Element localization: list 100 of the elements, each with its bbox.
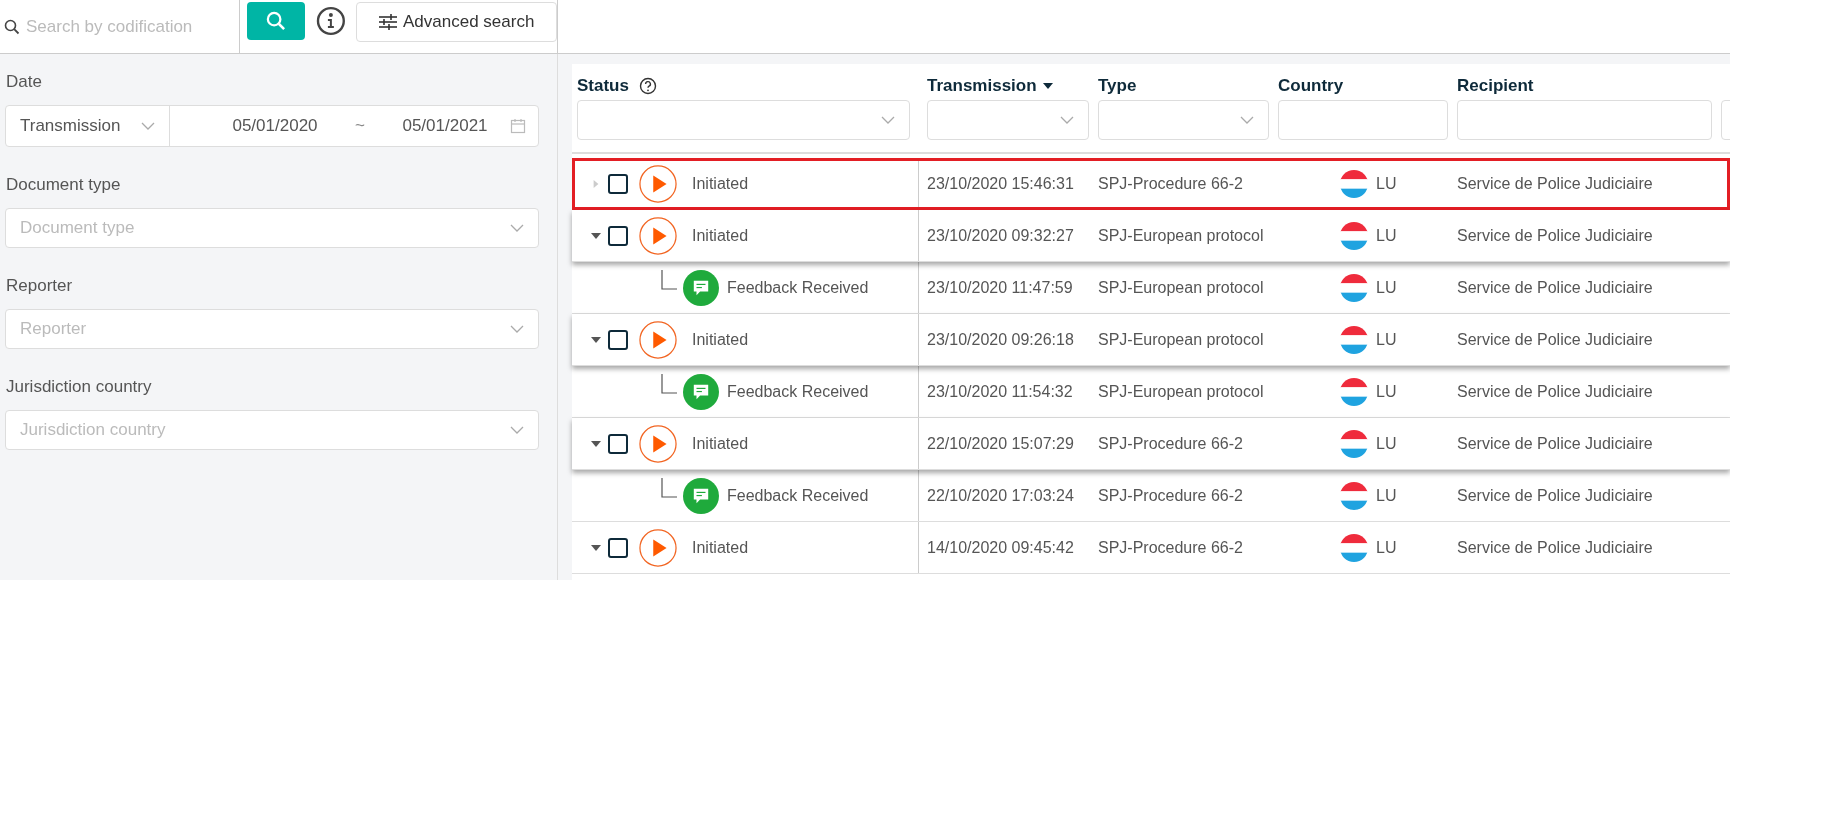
table-row[interactable]: Initiated 23/10/2020 09:26:18 SPJ-European protocol LU Service de Police Judiciaire	[572, 314, 1730, 366]
tree-connector	[661, 269, 677, 290]
flag-icon	[1340, 273, 1368, 302]
table-row[interactable]: Feedback Received 23/10/2020 11:47:59 SPJ-European protocol LU Service de Police Judiciaire	[572, 262, 1730, 314]
status-label: Feedback Received	[727, 486, 869, 505]
status-label: Initiated	[692, 538, 749, 557]
column-header[interactable]: Recipient	[1457, 76, 1534, 96]
table-cell: LU	[1376, 486, 1397, 505]
search-icon	[4, 18, 20, 35]
table-cell: Service de Police Judiciaire	[1457, 226, 1653, 245]
checkbox[interactable]	[608, 225, 628, 246]
flag-icon	[1340, 377, 1368, 406]
table-cell: SPJ-Procedure 66-2	[1098, 174, 1243, 193]
table-cell: SPJ-European protocol	[1098, 330, 1264, 349]
caret-down-icon[interactable]	[591, 231, 601, 240]
table-cell: SPJ-European protocol	[1098, 226, 1264, 245]
filter-label: Reporter	[6, 276, 74, 296]
filter-label: Date	[6, 72, 43, 92]
help-icon[interactable]	[638, 77, 657, 95]
speech-bubble-icon	[683, 269, 719, 306]
table-cell: 23/10/2020 09:26:18	[927, 330, 1074, 349]
play-icon	[639, 216, 677, 255]
table-cell: LU	[1376, 434, 1397, 453]
status-label: Initiated	[692, 174, 749, 193]
column-filter-field[interactable]	[1278, 100, 1448, 140]
flag-icon	[1340, 169, 1368, 198]
sort-descending-icon[interactable]	[1042, 83, 1053, 89]
status-label: Initiated	[692, 434, 749, 453]
table-cell: 23/10/2020 11:47:59	[927, 278, 1073, 297]
filter-label: Jurisdiction country	[6, 377, 153, 397]
search-icon	[265, 11, 286, 31]
status-label: Initiated	[692, 226, 749, 245]
table-cell: LU	[1376, 538, 1397, 557]
column-filter-field[interactable]	[1457, 100, 1712, 140]
table-cell: SPJ-Procedure 66-2	[1098, 538, 1243, 557]
info-icon[interactable]	[315, 6, 346, 36]
table-row[interactable]: Initiated 22/10/2020 15:07:29 SPJ-Procedure 66-2 LU Service de Police Judiciaire	[572, 418, 1730, 470]
table-cell: SPJ-European protocol	[1098, 382, 1264, 401]
table-row[interactable]: Initiated 23/10/2020 15:46:31 SPJ-Procedure 66-2 LU Service de Police Judiciaire	[572, 158, 1730, 210]
table-cell: 22/10/2020 15:07:29	[927, 434, 1074, 453]
column-header[interactable]: Country	[1278, 76, 1344, 96]
checkbox[interactable]	[608, 173, 628, 194]
play-icon	[639, 528, 677, 567]
filter-label: Document type	[6, 175, 122, 195]
table-cell: LU	[1376, 330, 1397, 349]
table-cell: 23/10/2020 15:46:31	[927, 174, 1074, 193]
play-icon	[639, 424, 677, 463]
table-cell: Service de Police Judiciaire	[1457, 486, 1653, 505]
status-label: Feedback Received	[727, 382, 869, 401]
table-cell: SPJ-European protocol	[1098, 278, 1264, 297]
play-icon	[639, 164, 677, 203]
tree-connector	[661, 477, 677, 498]
sliders-icon	[379, 14, 397, 30]
flag-icon	[1340, 533, 1368, 562]
table-cell: LU	[1376, 174, 1397, 193]
table-cell: Service de Police Judiciaire	[1457, 434, 1653, 453]
table-cell: LU	[1376, 382, 1397, 401]
speech-bubble-icon	[683, 477, 719, 514]
tree-connector	[661, 373, 677, 394]
table-cell: Service de Police Judiciaire	[1457, 174, 1653, 193]
play-icon	[639, 320, 677, 359]
table-cell: LU	[1376, 226, 1397, 245]
chevron-down-icon	[881, 116, 895, 124]
search-field[interactable]: Search by codification	[26, 16, 231, 37]
flag-icon	[1340, 481, 1368, 510]
column-header[interactable]: Transmission	[927, 76, 1037, 96]
checkbox[interactable]	[608, 329, 628, 350]
table-row[interactable]: Initiated 14/10/2020 09:45:42 SPJ-Procedure 66-2 LU Service de Police Judiciaire	[572, 522, 1730, 574]
flag-icon	[1340, 429, 1368, 458]
speech-bubble-icon	[683, 373, 719, 410]
search-button[interactable]	[247, 2, 305, 40]
chevron-down-icon	[1240, 116, 1254, 124]
caret-down-icon[interactable]	[591, 543, 601, 552]
table-cell: Service de Police Judiciaire	[1457, 382, 1653, 401]
caret-down-icon[interactable]	[591, 439, 601, 448]
column-header[interactable]: Type	[1098, 76, 1137, 96]
flag-icon	[1340, 325, 1368, 354]
checkbox[interactable]	[608, 433, 628, 454]
column-header[interactable]: Status	[577, 76, 629, 96]
chevron-down-icon	[510, 325, 524, 333]
table-cell: Service de Police Judiciaire	[1457, 330, 1653, 349]
caret-down-icon[interactable]	[591, 335, 601, 344]
status-label: Feedback Received	[727, 278, 869, 297]
table-row[interactable]: Feedback Received 22/10/2020 17:03:24 SPJ-Procedure 66-2 LU Service de Police Judiciaire	[572, 470, 1730, 522]
table-cell: Service de Police Judiciaire	[1457, 538, 1653, 557]
table-row[interactable]: Initiated 23/10/2020 09:32:27 SPJ-European protocol LU Service de Police Judiciaire	[572, 210, 1730, 262]
table-row[interactable]: Feedback Received 23/10/2020 11:54:32 SPJ-European protocol LU Service de Police Judiciaire	[572, 366, 1730, 418]
table-cell: 14/10/2020 09:45:42	[927, 538, 1074, 557]
flag-icon	[1340, 221, 1368, 250]
checkbox[interactable]	[608, 537, 628, 558]
table-cell: 23/10/2020 09:32:27	[927, 226, 1074, 245]
table-cell: SPJ-Procedure 66-2	[1098, 434, 1243, 453]
chevron-down-icon	[510, 224, 524, 232]
advanced-search-button[interactable]: Advanced search	[356, 2, 557, 42]
table-cell: Service de Police Judiciaire	[1457, 278, 1653, 297]
table-cell: 23/10/2020 11:54:32	[927, 382, 1073, 401]
chevron-down-icon	[1060, 116, 1074, 124]
chevron-down-icon	[510, 426, 524, 434]
table-cell: 22/10/2020 17:03:24	[927, 486, 1074, 505]
table-cell: LU	[1376, 278, 1397, 297]
